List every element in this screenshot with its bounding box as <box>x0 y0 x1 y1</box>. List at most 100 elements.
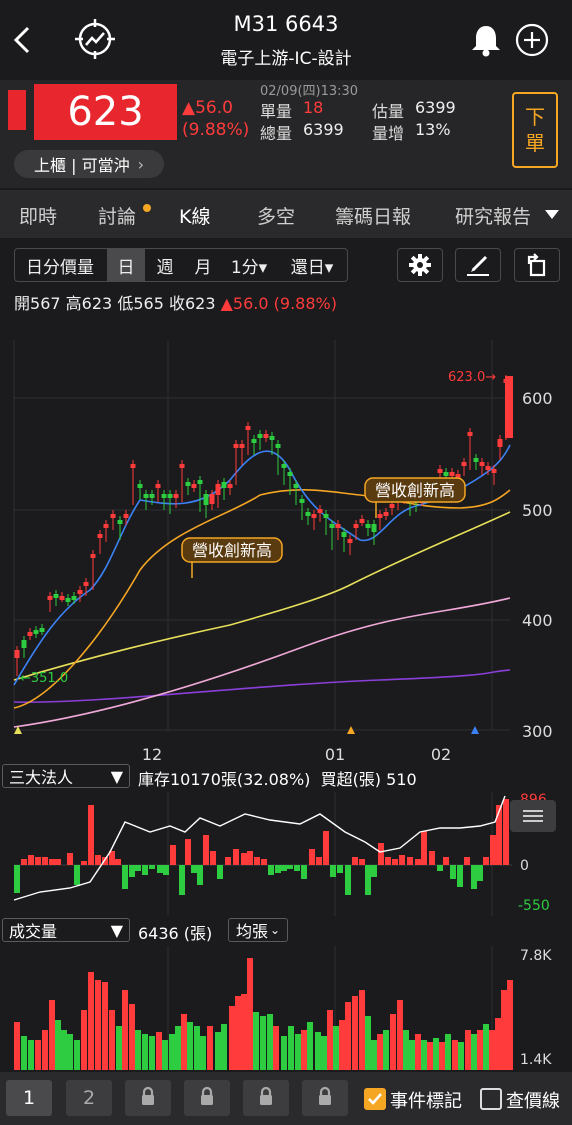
volume-bar <box>149 1036 155 1070</box>
period-day[interactable]: 日 <box>107 248 145 282</box>
rotate-button[interactable] <box>514 248 560 282</box>
moving-average-line <box>13 597 511 728</box>
institutional-bar <box>268 865 274 875</box>
volume-bar <box>495 1018 501 1070</box>
candle-body <box>359 519 365 523</box>
volume-bar <box>397 1000 403 1070</box>
layout-tab-6-locked[interactable] <box>302 1080 348 1116</box>
tab-chip-daily[interactable]: 籌碼日報 <box>335 202 411 229</box>
avg-volume-label: 均張 <box>235 922 268 941</box>
institutional-bar <box>129 865 135 877</box>
period-week[interactable]: 週 <box>146 248 184 282</box>
candle-body <box>161 494 167 498</box>
adjust-dropdown[interactable]: 還日▾ <box>276 248 348 282</box>
candle-body <box>329 524 335 528</box>
tab-discussion[interactable]: 討論 <box>98 202 136 229</box>
tab-more-button[interactable] <box>532 190 572 238</box>
pen-icon <box>467 255 489 276</box>
volume-bar <box>288 1026 294 1070</box>
layout-tab-4-locked[interactable] <box>184 1080 230 1116</box>
period-minute-dropdown[interactable]: 1分▾ <box>222 248 276 282</box>
institutional-bar <box>122 865 128 889</box>
volume-bar <box>14 1022 20 1070</box>
alert-button[interactable] <box>466 20 506 60</box>
candle-body <box>227 484 233 488</box>
volume-bar <box>260 1016 266 1070</box>
candle-body <box>90 554 96 558</box>
candle-body <box>371 524 377 532</box>
lock-icon <box>258 1086 274 1111</box>
candle-body <box>71 596 77 600</box>
candle-body <box>491 469 497 473</box>
candle-body <box>137 484 143 488</box>
add-watchlist-button[interactable] <box>512 20 552 60</box>
institutional-bar <box>149 865 155 869</box>
volume-bar <box>116 1026 122 1070</box>
event-mark-checkbox[interactable] <box>364 1088 386 1110</box>
market-status-pill[interactable]: 上櫃 | 可當沖 › <box>14 150 164 178</box>
tab-long-short[interactable]: 多空 <box>257 202 295 229</box>
volume-bar <box>452 1040 458 1070</box>
layout-tab-3-locked[interactable] <box>125 1080 171 1116</box>
candle-body <box>203 494 209 505</box>
tab-kline[interactable]: K線 <box>179 202 210 229</box>
y-tick-label: 300 <box>522 722 553 741</box>
volume-bar <box>501 990 507 1070</box>
institutional-bar <box>163 865 169 875</box>
tab-realtime[interactable]: 即時 <box>19 202 57 229</box>
volume-chart[interactable]: 7.8K 1.4K <box>0 946 572 1070</box>
volume-bar <box>433 1038 439 1070</box>
candle-body <box>485 466 491 470</box>
candle-body <box>221 482 227 488</box>
rotate-screen-icon <box>527 253 546 277</box>
place-order-button[interactable]: 下單 <box>512 92 558 168</box>
volume-bar <box>235 996 241 1070</box>
quote-datetime: 02/09(四)13:30 <box>260 84 359 99</box>
candlestick-chart[interactable]: 60050040030012 01 02 623.0→←351.0營收創新高營收創新… <box>0 340 572 760</box>
candle-body <box>143 494 149 498</box>
high-label: 高 <box>65 294 82 313</box>
period-intraday-volume[interactable]: 日分價量 <box>14 248 106 282</box>
volume-dropdown-label: 成交量 <box>9 922 58 941</box>
institutional-bar <box>88 805 94 865</box>
draw-button[interactable] <box>455 248 501 282</box>
cumulative-line <box>13 795 506 901</box>
institutional-bar <box>233 849 239 865</box>
indicator-dropdown-institutional[interactable]: 三大法人 ▼ <box>2 764 130 788</box>
period-month[interactable]: 月 <box>184 248 222 282</box>
volume-bar <box>253 1012 259 1070</box>
institutional-bar <box>337 865 343 873</box>
main-annotations: 623.0→←351.0營收創新高營收創新高 <box>14 370 496 734</box>
candles <box>14 375 513 676</box>
volume-bar <box>221 1024 227 1070</box>
volume-bar <box>194 1026 200 1070</box>
open-value: 567 <box>30 294 61 313</box>
layout-tab-2[interactable]: 2 <box>66 1080 112 1116</box>
price-line-checkbox[interactable] <box>480 1088 502 1110</box>
notification-dot <box>143 204 151 212</box>
volume-bar <box>156 1032 162 1070</box>
lock-icon <box>317 1086 333 1111</box>
lock-icon <box>199 1086 215 1111</box>
layout-tab-1[interactable]: 1 <box>6 1080 52 1116</box>
institutional-bar <box>42 857 48 865</box>
volume-bar <box>61 1030 67 1070</box>
chevron-right-icon: › <box>137 154 144 174</box>
indicator-dropdown-volume[interactable]: 成交量 ▼ <box>2 918 130 942</box>
institutional-chart[interactable]: 8960-550 <box>0 792 572 916</box>
volume-bar <box>35 1040 41 1070</box>
candle-body <box>293 484 299 488</box>
total-volume-value: 6399 <box>303 120 344 139</box>
institutional-y-label: 0 <box>520 858 529 874</box>
panel-resize-handle[interactable] <box>510 800 556 832</box>
avg-volume-dropdown[interactable]: 均張 ⌄ <box>228 918 288 942</box>
tab-research-report[interactable]: 研究報告 <box>455 202 530 229</box>
candle-body <box>311 514 317 518</box>
layout-tab-5-locked[interactable] <box>243 1080 289 1116</box>
candle-body <box>347 539 353 543</box>
candle-body <box>467 432 473 436</box>
candle-body <box>479 462 485 466</box>
y-tick-label: 400 <box>522 611 553 630</box>
settings-button[interactable] <box>397 248 443 282</box>
candle-body <box>59 596 65 600</box>
